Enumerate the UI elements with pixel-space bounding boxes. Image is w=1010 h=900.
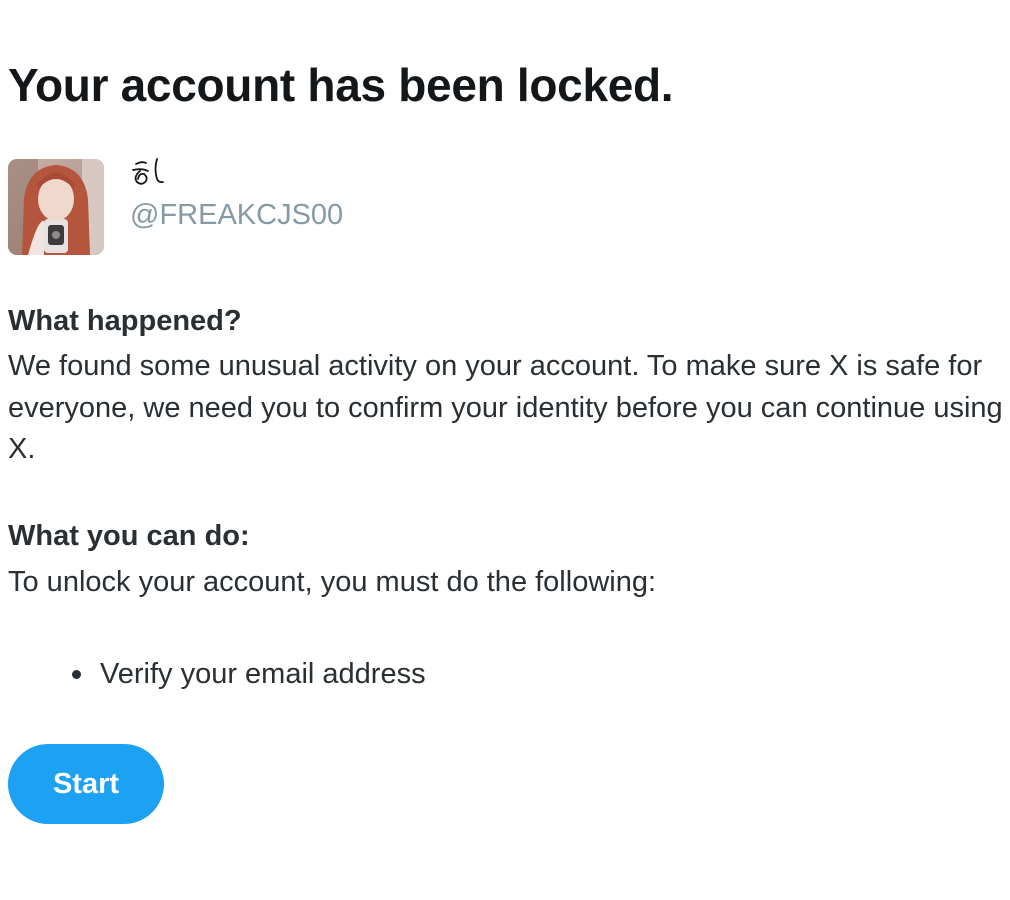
what-you-can-do-heading: What you can do:	[8, 520, 250, 552]
start-button[interactable]: Start	[8, 744, 164, 824]
avatar	[8, 159, 104, 255]
list-item: Verify your email address	[8, 654, 426, 694]
profile-card: @FREAKCJS00	[8, 158, 343, 255]
what-happened-heading: What happened?	[8, 305, 242, 337]
unlock-steps-list: Verify your email address	[8, 654, 426, 694]
bullet-icon	[72, 669, 81, 679]
profile-names: @FREAKCJS00	[130, 155, 343, 233]
account-handle: @FREAKCJS00	[130, 199, 344, 231]
what-you-can-do-text: To unlock your account, you must do the …	[8, 566, 657, 598]
avatar-image	[8, 159, 104, 255]
display-name	[130, 155, 343, 195]
step-label: Verify your email address	[100, 658, 426, 690]
page-title: Your account has been locked.	[8, 59, 674, 111]
display-name-handwriting	[132, 158, 164, 185]
what-happened-text: We found some unusual activity on your a…	[8, 350, 1003, 465]
